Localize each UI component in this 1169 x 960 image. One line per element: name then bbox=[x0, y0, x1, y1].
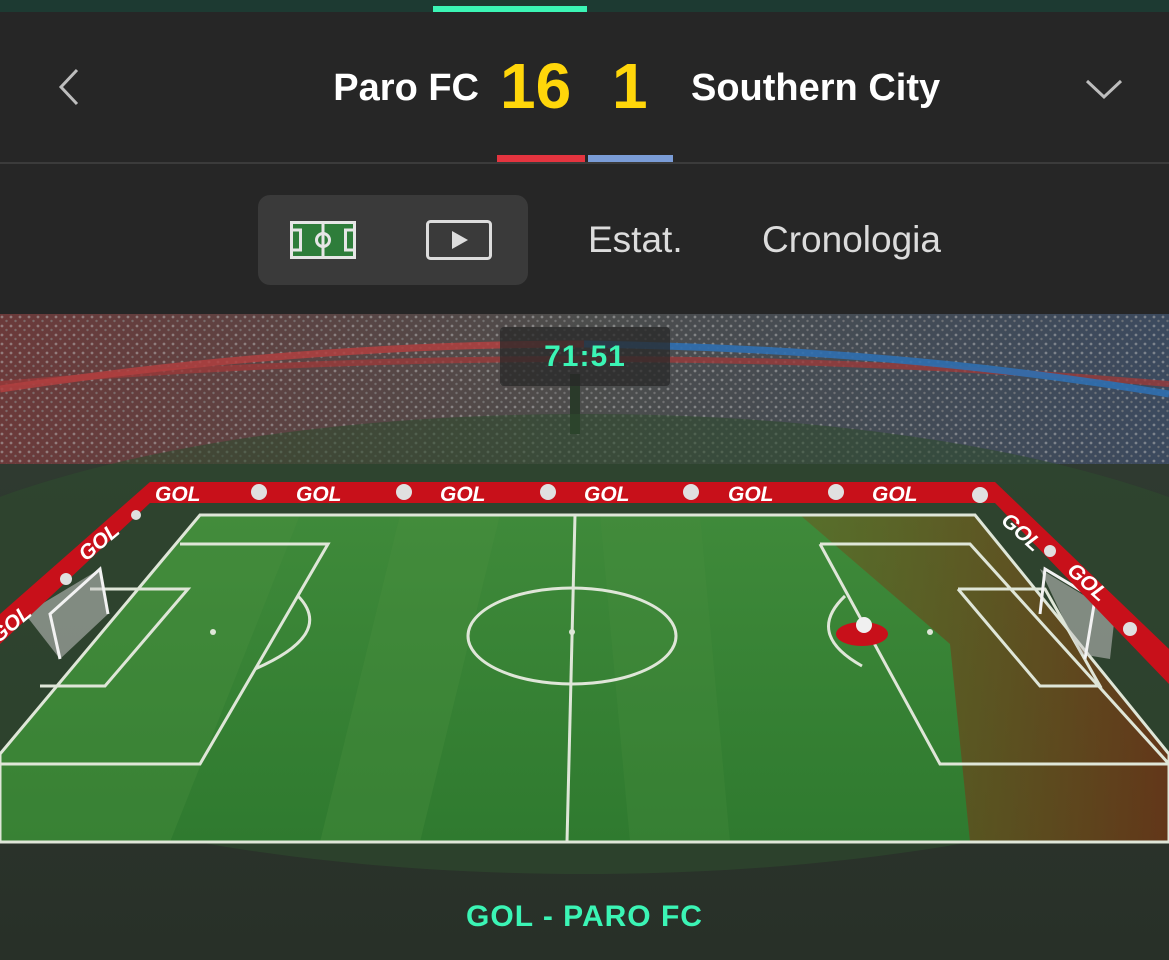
match-clock: 71:51 bbox=[500, 327, 670, 386]
board-text: GOL bbox=[440, 483, 486, 506]
board-text: GOL bbox=[155, 483, 201, 506]
live-pitch-view: GOL GOL GOL GOL GOL GOL GOL GOL GOL GOL bbox=[0, 314, 1169, 960]
tab-stats[interactable]: Estat. bbox=[588, 218, 683, 262]
away-score: 1 bbox=[612, 50, 648, 122]
chevron-left-icon bbox=[58, 68, 79, 106]
away-team-name: Southern City bbox=[691, 67, 941, 109]
chevron-down-icon bbox=[1085, 79, 1123, 100]
tab-video[interactable] bbox=[419, 215, 499, 265]
board-text: GOL bbox=[296, 483, 342, 506]
home-team-color-bar bbox=[497, 155, 585, 162]
back-button[interactable] bbox=[50, 64, 86, 110]
event-caption: GOL - PARO FC bbox=[466, 900, 703, 933]
stadium-scene: GOL GOL GOL GOL GOL GOL GOL GOL GOL GOL bbox=[0, 314, 1169, 960]
ball-icon bbox=[856, 617, 872, 633]
view-tabs: Estat. Cronologia bbox=[0, 164, 1169, 314]
play-icon bbox=[426, 220, 492, 260]
tab-timeline[interactable]: Cronologia bbox=[762, 218, 941, 262]
away-team-color-bar bbox=[588, 155, 673, 162]
board-text: GOL bbox=[728, 483, 774, 506]
board-text: GOL bbox=[872, 483, 918, 506]
home-score: 16 bbox=[500, 50, 572, 122]
view-toggle bbox=[258, 195, 528, 285]
home-team-name: Paro FC bbox=[333, 67, 479, 109]
top-strip bbox=[0, 0, 1169, 12]
board-text: GOL bbox=[584, 483, 630, 506]
tab-pitch[interactable] bbox=[283, 215, 363, 265]
match-header: Paro FC 16 1 Southern City bbox=[0, 12, 1169, 162]
expand-button[interactable] bbox=[1078, 72, 1130, 106]
pitch-icon bbox=[290, 221, 356, 259]
